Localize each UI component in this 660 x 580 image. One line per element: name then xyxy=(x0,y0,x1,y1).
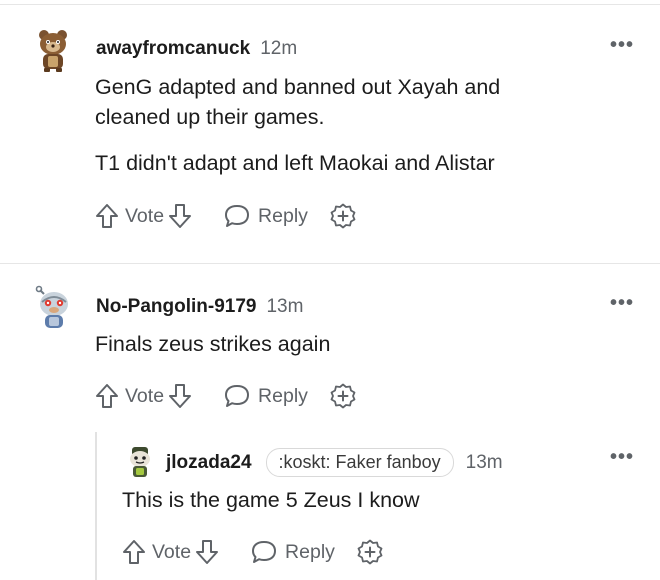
arrow-up-icon[interactable] xyxy=(95,203,119,229)
comment-body: GenG adapted and banned out Xayah and cl… xyxy=(95,72,575,178)
arrow-up-icon[interactable] xyxy=(122,539,146,565)
timestamp: 13m xyxy=(266,296,304,317)
more-options-icon[interactable]: ••• xyxy=(610,34,634,57)
arrow-up-icon[interactable] xyxy=(95,383,119,409)
comment-paragraph: GenG adapted and banned out Xayah and cl… xyxy=(95,75,501,129)
comment-actions: Vote Reply xyxy=(95,380,356,412)
avatar[interactable] xyxy=(30,26,78,74)
comment-body: This is the game 5 Zeus I know xyxy=(122,485,582,515)
arrow-down-icon[interactable] xyxy=(168,383,192,409)
username[interactable]: No-Pangolin-9179 xyxy=(96,296,256,318)
robot-avatar-icon xyxy=(130,447,150,477)
comment-divider xyxy=(0,263,660,264)
arrow-down-icon[interactable] xyxy=(195,539,219,565)
username[interactable]: jlozada24 xyxy=(166,452,252,474)
comment-meta: jlozada24 :koskt: Faker fanboy 13m xyxy=(166,448,503,477)
award-plus-icon xyxy=(357,539,383,565)
speech-bubble-icon xyxy=(252,541,277,563)
vote-label: Vote xyxy=(152,540,192,563)
timestamp: 12m xyxy=(260,38,298,59)
avatar[interactable] xyxy=(124,445,158,479)
speech-bubble-icon xyxy=(225,385,250,407)
award-button[interactable] xyxy=(330,383,356,409)
reply-button[interactable]: Reply xyxy=(251,540,335,564)
more-options-icon[interactable]: ••• xyxy=(610,446,634,469)
avatar[interactable] xyxy=(30,284,78,332)
comment-body: Finals zeus strikes again xyxy=(95,329,575,359)
comment-paragraph: T1 didn't adapt and left Maokai and Alis… xyxy=(95,151,495,175)
pangolin-avatar-icon xyxy=(35,285,68,328)
vote-label: Vote xyxy=(125,204,165,227)
award-plus-icon xyxy=(330,203,356,229)
reply-label: Reply xyxy=(285,540,335,563)
reply-label: Reply xyxy=(258,384,308,407)
award-plus-icon xyxy=(330,383,356,409)
reply-button[interactable]: Reply xyxy=(224,204,308,228)
comment-paragraph: This is the game 5 Zeus I know xyxy=(122,488,420,512)
more-options-icon[interactable]: ••• xyxy=(610,292,634,315)
thread-line[interactable] xyxy=(95,432,97,580)
reply-button[interactable]: Reply xyxy=(224,384,308,408)
reply-label: Reply xyxy=(258,204,308,227)
comment-meta: No-Pangolin-9179 13m xyxy=(96,296,303,318)
bear-avatar-icon xyxy=(39,30,67,72)
comment-meta: awayfromcanuck 12m xyxy=(96,38,297,60)
comment-paragraph: Finals zeus strikes again xyxy=(95,332,331,356)
comment-actions: Vote Reply xyxy=(122,536,383,568)
vote-label: Vote xyxy=(125,384,165,407)
user-flair: :koskt: Faker fanboy xyxy=(265,448,454,477)
timestamp: 13m xyxy=(465,451,503,473)
arrow-down-icon[interactable] xyxy=(168,203,192,229)
comment-actions: Vote Reply xyxy=(95,200,356,232)
username[interactable]: awayfromcanuck xyxy=(96,38,250,60)
award-button[interactable] xyxy=(330,203,356,229)
speech-bubble-icon xyxy=(225,205,250,227)
top-divider xyxy=(0,4,660,5)
award-button[interactable] xyxy=(357,539,383,565)
